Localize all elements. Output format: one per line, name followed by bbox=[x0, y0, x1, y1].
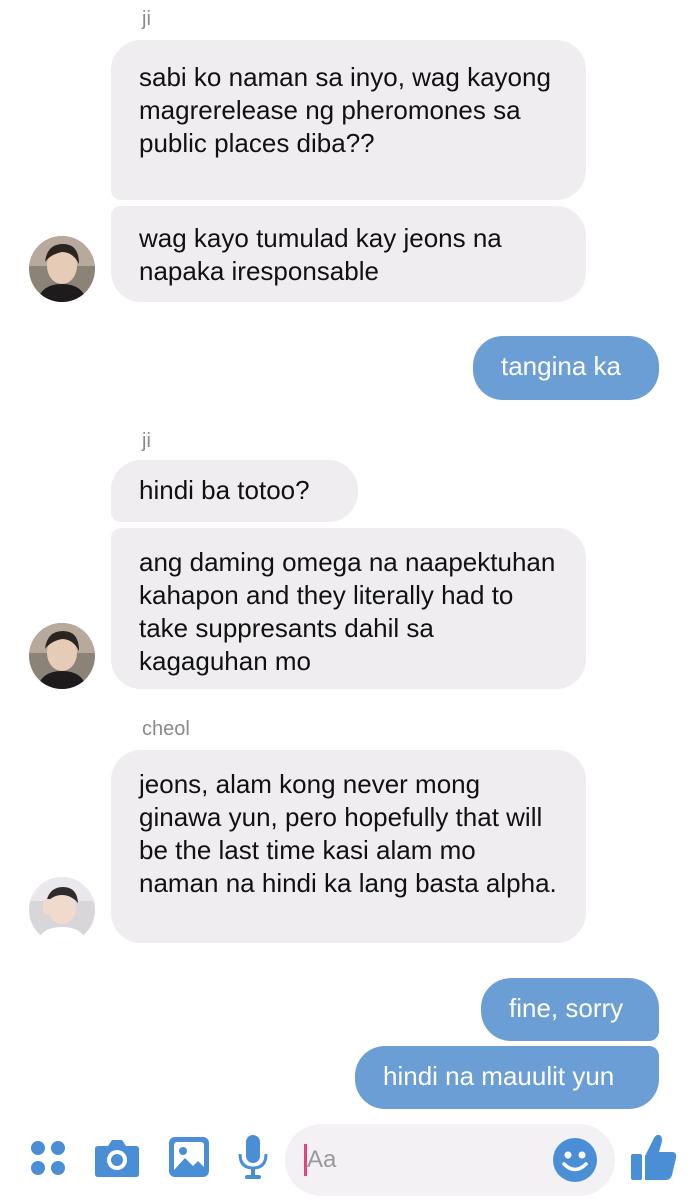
message-bubble-incoming[interactable]: sabi ko naman sa inyo, wag kayong magrer… bbox=[111, 40, 586, 200]
apps-icon[interactable] bbox=[28, 1138, 68, 1183]
message-input-placeholder: Aa bbox=[307, 1146, 337, 1173]
thumbs-up-icon[interactable] bbox=[630, 1132, 678, 1187]
avatar-cheol[interactable] bbox=[29, 877, 95, 943]
sender-name: ji bbox=[142, 8, 151, 30]
avatar-ji[interactable] bbox=[29, 236, 95, 302]
message-bubble-incoming[interactable]: wag kayo tumulad kay jeons na napaka ire… bbox=[111, 206, 586, 302]
gallery-icon[interactable] bbox=[168, 1136, 210, 1183]
emoji-icon[interactable] bbox=[552, 1137, 598, 1188]
microphone-icon[interactable] bbox=[238, 1134, 268, 1185]
message-bubble-outgoing[interactable]: fine, sorry bbox=[481, 978, 659, 1041]
sender-name: ji bbox=[142, 430, 151, 452]
composer-bar: Aa bbox=[0, 1120, 692, 1200]
camera-icon[interactable] bbox=[94, 1136, 140, 1183]
message-bubble-incoming[interactable]: jeons, alam kong never mong ginawa yun, … bbox=[111, 750, 586, 943]
sender-name: cheol bbox=[142, 718, 190, 740]
message-input[interactable]: Aa bbox=[285, 1124, 615, 1196]
message-bubble-incoming[interactable]: hindi ba totoo? bbox=[111, 460, 358, 522]
message-bubble-outgoing[interactable]: tangina ka bbox=[473, 336, 659, 400]
message-bubble-outgoing[interactable]: hindi na mauulit yun bbox=[355, 1046, 659, 1109]
avatar-ji[interactable] bbox=[29, 623, 95, 689]
message-bubble-incoming[interactable]: ang daming omega na naapektuhan kahapon … bbox=[111, 528, 586, 689]
